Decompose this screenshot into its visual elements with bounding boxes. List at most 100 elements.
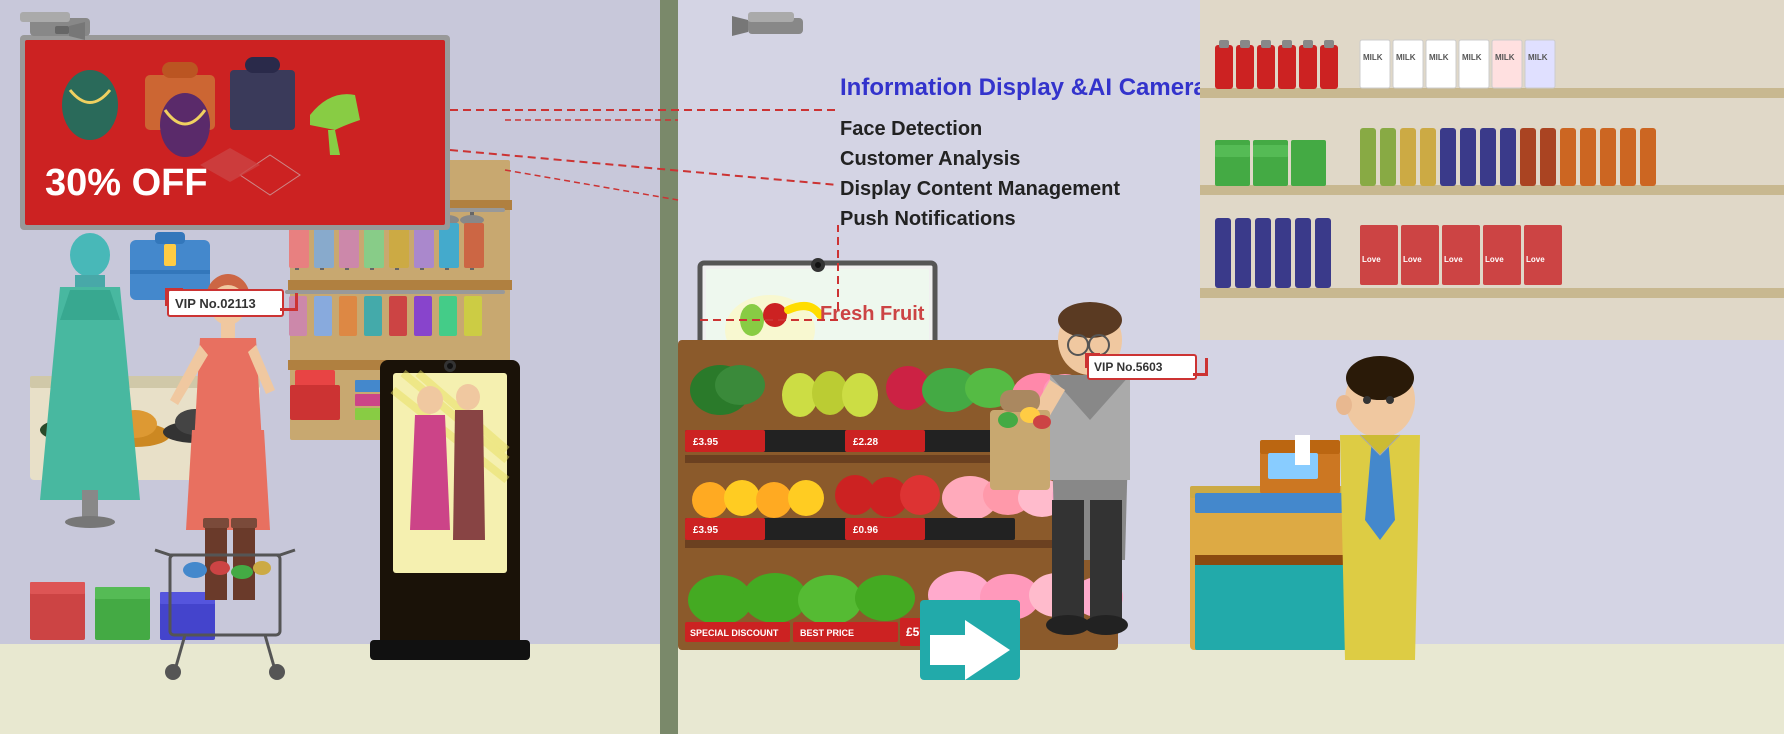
milk-3 [1426,40,1456,88]
customer-leg-left [205,520,227,600]
register-screen [1268,453,1318,479]
customer-leg-right [233,520,255,600]
wine-4 [1500,128,1516,186]
wine-r3-5 [1295,218,1311,288]
info-feature-4: Push Notifications [840,208,1016,230]
info-feature-3: Display Content Management [840,178,1120,200]
cart-wheel-right [269,664,285,680]
lemon-1 [724,480,760,516]
ad-discount-text: 30% OFF [45,162,208,204]
male-leg-left [1052,500,1084,620]
orange-1 [692,482,728,518]
cashier-ear [1336,395,1352,415]
milk-4 [1459,40,1489,88]
milk-label-6: MILK [1528,53,1548,62]
juice-2-stripe [1253,145,1288,157]
best-text: BEST PRICE [800,628,854,638]
wine-r3-2 [1235,218,1251,288]
bottle-r2 [1236,45,1254,89]
kale-2 [715,365,765,405]
milk-5 [1492,40,1522,88]
cap-r3 [1261,40,1271,48]
screen-female-head [417,386,443,414]
mannequin-stand-base [65,516,115,528]
lemon-2 [788,480,824,516]
watermelon-4 [855,575,915,621]
price-text-2: £2.28 [853,437,878,448]
shirt-r2-3 [339,296,357,336]
vip-text-left: VIP No.02113 [175,296,256,311]
right-floor [678,644,1784,734]
screen-female-body [410,415,450,530]
watermelon-1 [688,575,752,625]
wine-orange-5 [1640,128,1656,186]
mannequin-stand-pole [82,490,98,520]
boot-top-right [231,518,257,528]
vip-r-tl-v [1085,353,1088,368]
cart-item-1 [183,562,207,578]
info-title: Information Display &AI Camera [840,74,1207,101]
box-green-1 [95,595,150,640]
apple-shelf-3 [900,475,940,515]
mannequin-neck [75,275,105,287]
info-feature-1: Face Detection [840,118,982,140]
cap-r1 [1219,40,1229,48]
dress-bodice [60,290,120,320]
shelf-div-2 [685,540,1110,548]
shirt-r2-4 [364,296,382,336]
screen-male-body [453,410,485,540]
wine-1 [1440,128,1456,186]
apple-red [763,303,787,327]
suitcase-stripe [130,270,210,274]
camera-left-body [55,26,69,34]
milk-2 [1393,40,1423,88]
male-customer-hair [1058,302,1122,338]
price-text-r2-2: £0.96 [853,525,878,536]
milk-label-4: MILK [1462,53,1482,62]
fruit-screen-camera-lens [815,262,821,268]
cap-r2 [1240,40,1250,48]
cashier-eye-right [1386,396,1394,404]
wine-red-1 [1520,128,1536,186]
wine-orange-2 [1580,128,1596,186]
special-text: SPECIAL DISCOUNT [690,628,779,638]
bag-produce-3 [1033,415,1051,429]
bag-produce-1 [998,412,1018,428]
register-paper [1295,435,1310,465]
shelf-middle [1200,185,1784,195]
wine-orange-4 [1620,128,1636,186]
pear-shelf-3 [842,373,878,417]
shirt-body-8 [464,223,484,268]
cart-item-4 [253,561,271,575]
wine-r3-6 [1315,218,1331,288]
vip-bracket-br-v [295,293,298,311]
kiosk-base [370,640,530,660]
camera-left-bracket [20,12,70,22]
vip-r-br-v [1205,358,1208,376]
wine-2 [1460,128,1476,186]
price-text-r2-1: £3.95 [693,525,718,536]
love-label-2: Love [1403,255,1422,264]
watermelon-2 [743,573,807,623]
beer-1 [1360,128,1376,186]
beer-3 [1400,128,1416,186]
shirt-r2-5 [389,296,407,336]
box-red-1 [30,590,85,640]
wine-r3-1 [1215,218,1231,288]
love-label-4: Love [1485,255,1504,264]
beer-4 [1420,128,1436,186]
shirt-r2-6 [414,296,432,336]
cap-r6 [1324,40,1334,48]
juice-1-stripe [1215,145,1250,157]
wine-orange-3 [1600,128,1616,186]
male-leg-right [1090,500,1122,620]
wine-3 [1480,128,1496,186]
cart-item-3 [231,565,253,579]
wine-red-2 [1540,128,1556,186]
orange-2 [756,482,792,518]
shelf-top [1200,88,1784,98]
vip-text-right: VIP No.5603 [1094,360,1163,374]
boot-top-left [203,518,229,528]
box-green-top [95,587,150,599]
vip-bracket-tl-v [165,288,168,306]
